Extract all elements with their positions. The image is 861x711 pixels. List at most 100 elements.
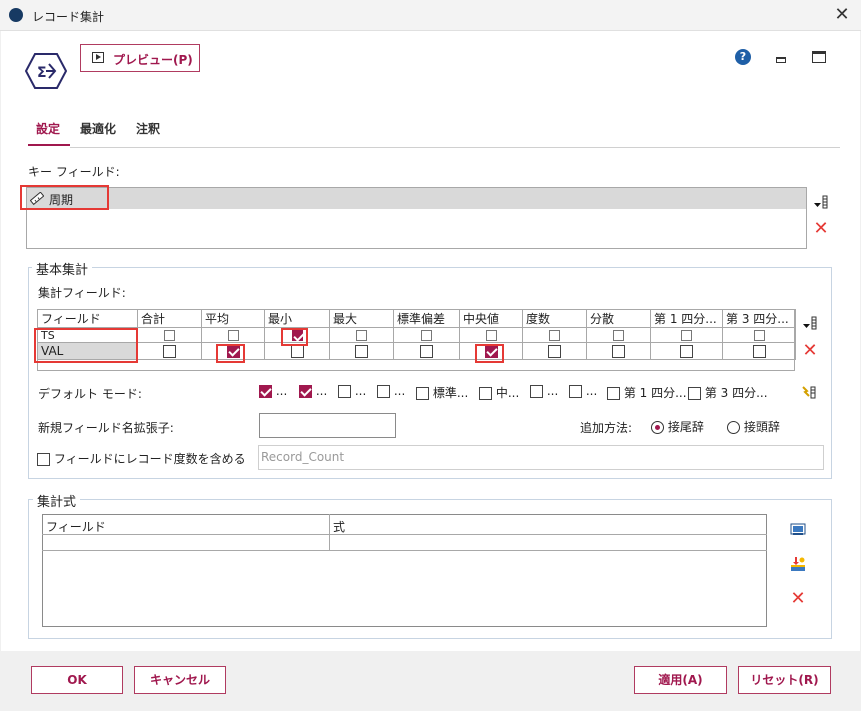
tab-annotation[interactable]: 注釈 bbox=[136, 120, 160, 137]
default-mode-label: デフォルト モード: bbox=[38, 387, 142, 401]
cancel-button[interactable]: キャンセル bbox=[134, 666, 226, 694]
highlight-box bbox=[34, 328, 138, 363]
radio-suffix-label: 接尾辞 bbox=[667, 420, 704, 434]
col-header-q3[interactable]: 第 3 四分... bbox=[722, 309, 796, 328]
default-mode-min-checkbox[interactable] bbox=[338, 385, 351, 398]
radio-suffix-circle[interactable] bbox=[651, 421, 664, 434]
default-mode-label-text: ... bbox=[315, 384, 328, 398]
tab-settings[interactable]: 設定 bbox=[36, 120, 60, 137]
col-header-median[interactable]: 中央値 bbox=[459, 309, 523, 328]
expression-editor-icon[interactable] bbox=[790, 521, 806, 537]
col-header-avg[interactable]: 平均 bbox=[201, 309, 265, 328]
key-fields-label: キー フィールド: bbox=[28, 165, 120, 179]
maximize-icon[interactable] bbox=[812, 51, 826, 63]
default-mode-label-text: ... bbox=[393, 384, 406, 398]
default-mode-label-text: 標準... bbox=[432, 386, 469, 400]
col-header-stddev[interactable]: 標準偏差 bbox=[393, 309, 460, 328]
app-icon bbox=[9, 8, 23, 22]
minimize-icon[interactable] bbox=[776, 57, 786, 63]
include-count-option[interactable]: フィールドにレコード度数を含める bbox=[37, 450, 246, 467]
default-mode-q1-checkbox[interactable] bbox=[607, 387, 620, 400]
default-mode-label-text: 第 3 四分... bbox=[704, 386, 768, 400]
default-mode-avg-checkbox[interactable] bbox=[299, 385, 312, 398]
checkbox-ts-stddev[interactable] bbox=[421, 330, 432, 341]
checkbox-ts-max[interactable] bbox=[356, 330, 367, 341]
expressions-legend: 集計式 bbox=[33, 491, 81, 510]
table-row[interactable]: TS bbox=[37, 327, 796, 343]
checkbox-val-max[interactable] bbox=[355, 345, 368, 358]
suffix-label: 新規フィールド名拡張子: bbox=[38, 421, 174, 435]
default-mode-variance-checkbox[interactable] bbox=[569, 385, 582, 398]
window-title: レコード集計 bbox=[32, 10, 105, 24]
default-mode-sum-checkbox[interactable] bbox=[259, 385, 272, 398]
col-header-sum[interactable]: 合計 bbox=[137, 309, 202, 328]
add-aggregate-field-icon[interactable] bbox=[802, 315, 818, 331]
checkbox-val-q3[interactable] bbox=[752, 345, 766, 358]
add-expression-icon[interactable] bbox=[790, 556, 806, 572]
table-row[interactable]: VAL bbox=[37, 342, 796, 360]
default-mode-checkboxes: ... ... ... ... 標準... 中... ... ... 第 1 四… bbox=[259, 384, 770, 401]
expressions-col-divider bbox=[329, 514, 330, 551]
highlight-box bbox=[20, 185, 109, 210]
checkbox-val-sum[interactable] bbox=[163, 345, 176, 358]
delete-aggregate-field-icon[interactable]: ✕ bbox=[802, 342, 818, 360]
checkbox-ts-count[interactable] bbox=[549, 330, 560, 341]
aggregate-grid: フィールド 合計 平均 最小 最大 標準偏差 中央値 度数 分散 第 1 四分.… bbox=[37, 309, 796, 360]
default-mode-label-text: 第 1 四分... bbox=[623, 386, 687, 400]
default-mode-label-text: ... bbox=[275, 384, 288, 398]
radio-prefix[interactable]: 接頭辞 bbox=[727, 418, 780, 435]
col-header-variance[interactable]: 分散 bbox=[586, 309, 651, 328]
default-mode-q3-checkbox[interactable] bbox=[688, 387, 701, 400]
default-mode-count-checkbox[interactable] bbox=[530, 385, 543, 398]
aggregate-fields-label: 集計フィールド: bbox=[38, 286, 126, 300]
include-count-checkbox[interactable] bbox=[37, 453, 50, 466]
checkbox-val-stddev[interactable] bbox=[420, 345, 433, 358]
checkbox-val-variance[interactable] bbox=[612, 345, 625, 358]
tab-optimize[interactable]: 最適化 bbox=[80, 120, 116, 137]
delete-expression-icon[interactable]: ✕ bbox=[790, 590, 806, 608]
dialog-footer bbox=[1, 651, 860, 711]
default-mode-median-checkbox[interactable] bbox=[479, 387, 492, 400]
default-mode-label-text: ... bbox=[354, 384, 367, 398]
checkbox-ts-q3[interactable] bbox=[753, 330, 765, 341]
basic-aggregation-legend: 基本集計 bbox=[32, 259, 93, 278]
count-field-input: Record_Count bbox=[258, 445, 824, 470]
checkbox-ts-sum[interactable] bbox=[164, 330, 175, 341]
checkbox-ts-q1[interactable] bbox=[681, 330, 692, 341]
default-mode-label-text: 中... bbox=[495, 386, 520, 400]
reset-button[interactable]: リセット(R) bbox=[738, 666, 831, 694]
default-mode-label-text: ... bbox=[585, 384, 598, 398]
col-header-field: フィールド bbox=[37, 309, 138, 328]
preview-button[interactable]: プレビュー(P) bbox=[80, 44, 200, 72]
close-icon[interactable]: ✕ bbox=[830, 4, 854, 26]
ok-button[interactable]: OK bbox=[31, 666, 123, 694]
title-bar bbox=[0, 0, 861, 31]
checkbox-ts-avg[interactable] bbox=[227, 330, 239, 341]
preview-button-label: プレビュー(P) bbox=[113, 53, 193, 67]
default-mode-stddev-checkbox[interactable] bbox=[416, 387, 429, 400]
highlight-box bbox=[216, 344, 245, 363]
apply-button[interactable]: 適用(A) bbox=[634, 666, 727, 694]
checkbox-ts-median[interactable] bbox=[485, 330, 497, 341]
col-header-min[interactable]: 最小 bbox=[264, 309, 330, 328]
checkbox-val-count[interactable] bbox=[548, 345, 561, 358]
checkbox-val-min[interactable] bbox=[290, 345, 304, 358]
checkbox-val-q1[interactable] bbox=[680, 345, 693, 358]
expressions-empty-row[interactable] bbox=[42, 535, 767, 551]
default-mode-max-checkbox[interactable] bbox=[377, 385, 390, 398]
highlight-box bbox=[475, 344, 504, 363]
suffix-input[interactable] bbox=[259, 413, 396, 438]
append-method-label: 追加方法: bbox=[580, 421, 633, 435]
col-header-count[interactable]: 度数 bbox=[522, 309, 587, 328]
checkbox-ts-variance[interactable] bbox=[613, 330, 624, 341]
radio-prefix-circle[interactable] bbox=[727, 421, 740, 434]
play-icon bbox=[92, 52, 104, 63]
help-icon[interactable]: ? bbox=[735, 49, 751, 65]
key-field-row[interactable] bbox=[27, 188, 806, 209]
delete-key-field-icon[interactable]: ✕ bbox=[813, 220, 829, 238]
radio-suffix[interactable]: 接尾辞 bbox=[651, 418, 704, 435]
col-header-max[interactable]: 最大 bbox=[329, 309, 394, 328]
apply-default-mode-icon[interactable] bbox=[801, 384, 817, 400]
col-header-q1[interactable]: 第 1 四分... bbox=[650, 309, 723, 328]
add-field-icon[interactable] bbox=[813, 194, 829, 210]
